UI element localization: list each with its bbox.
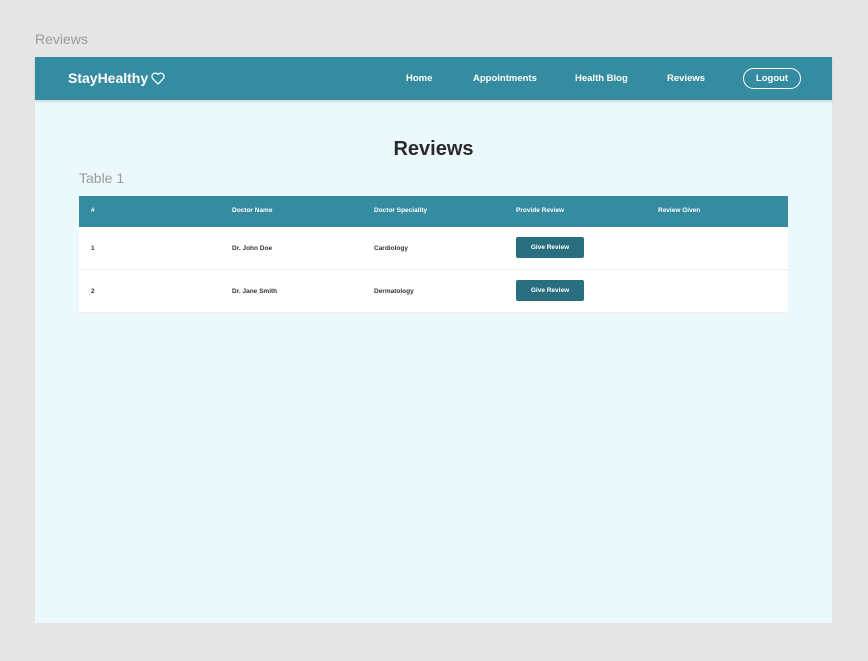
reviews-table: # Doctor Name Doctor Speciality Provide …: [79, 196, 788, 313]
table-header: # Doctor Name Doctor Speciality Provide …: [79, 196, 788, 227]
give-review-button[interactable]: Give Review: [516, 280, 584, 301]
nav-link-appointments[interactable]: Appointments: [473, 73, 537, 84]
nav-link-home[interactable]: Home: [406, 73, 432, 84]
doctor-name: Dr. John Doe: [232, 245, 273, 252]
row-index: 2: [91, 288, 95, 295]
header-doctor-name: Doctor Name: [232, 207, 273, 214]
brand-logo[interactable]: StayHealthy: [68, 70, 165, 86]
page-frame: StayHealthy Home Appointments Health Blo…: [35, 57, 832, 623]
give-review-button[interactable]: Give Review: [516, 237, 584, 258]
doctor-speciality: Dermatology: [374, 288, 414, 295]
nav-link-health-blog[interactable]: Health Blog: [575, 73, 628, 84]
logout-button[interactable]: Logout: [743, 68, 801, 89]
header-doctor-speciality: Doctor Speciality: [374, 207, 428, 214]
heart-outline-icon: [151, 71, 165, 85]
doctor-speciality: Cardiology: [374, 245, 408, 252]
brand-name: StayHealthy: [68, 70, 149, 86]
doctor-name: Dr. Jane Smith: [232, 288, 278, 295]
header-provide-review: Provide Review: [516, 207, 565, 214]
page-title: Reviews: [393, 138, 474, 160]
navbar: StayHealthy Home Appointments Health Blo…: [35, 57, 832, 100]
frame-label: Reviews: [35, 31, 88, 47]
header-index: #: [91, 207, 95, 214]
table-caption: Table 1: [79, 170, 125, 186]
header-review-given: Review Given: [658, 207, 701, 214]
row-index: 1: [91, 245, 95, 252]
nav-link-reviews[interactable]: Reviews: [667, 73, 705, 84]
table-row: 1 Dr. John Doe Cardiology Give Review: [79, 227, 788, 270]
table-row: 2 Dr. Jane Smith Dermatology Give Review: [79, 270, 788, 313]
